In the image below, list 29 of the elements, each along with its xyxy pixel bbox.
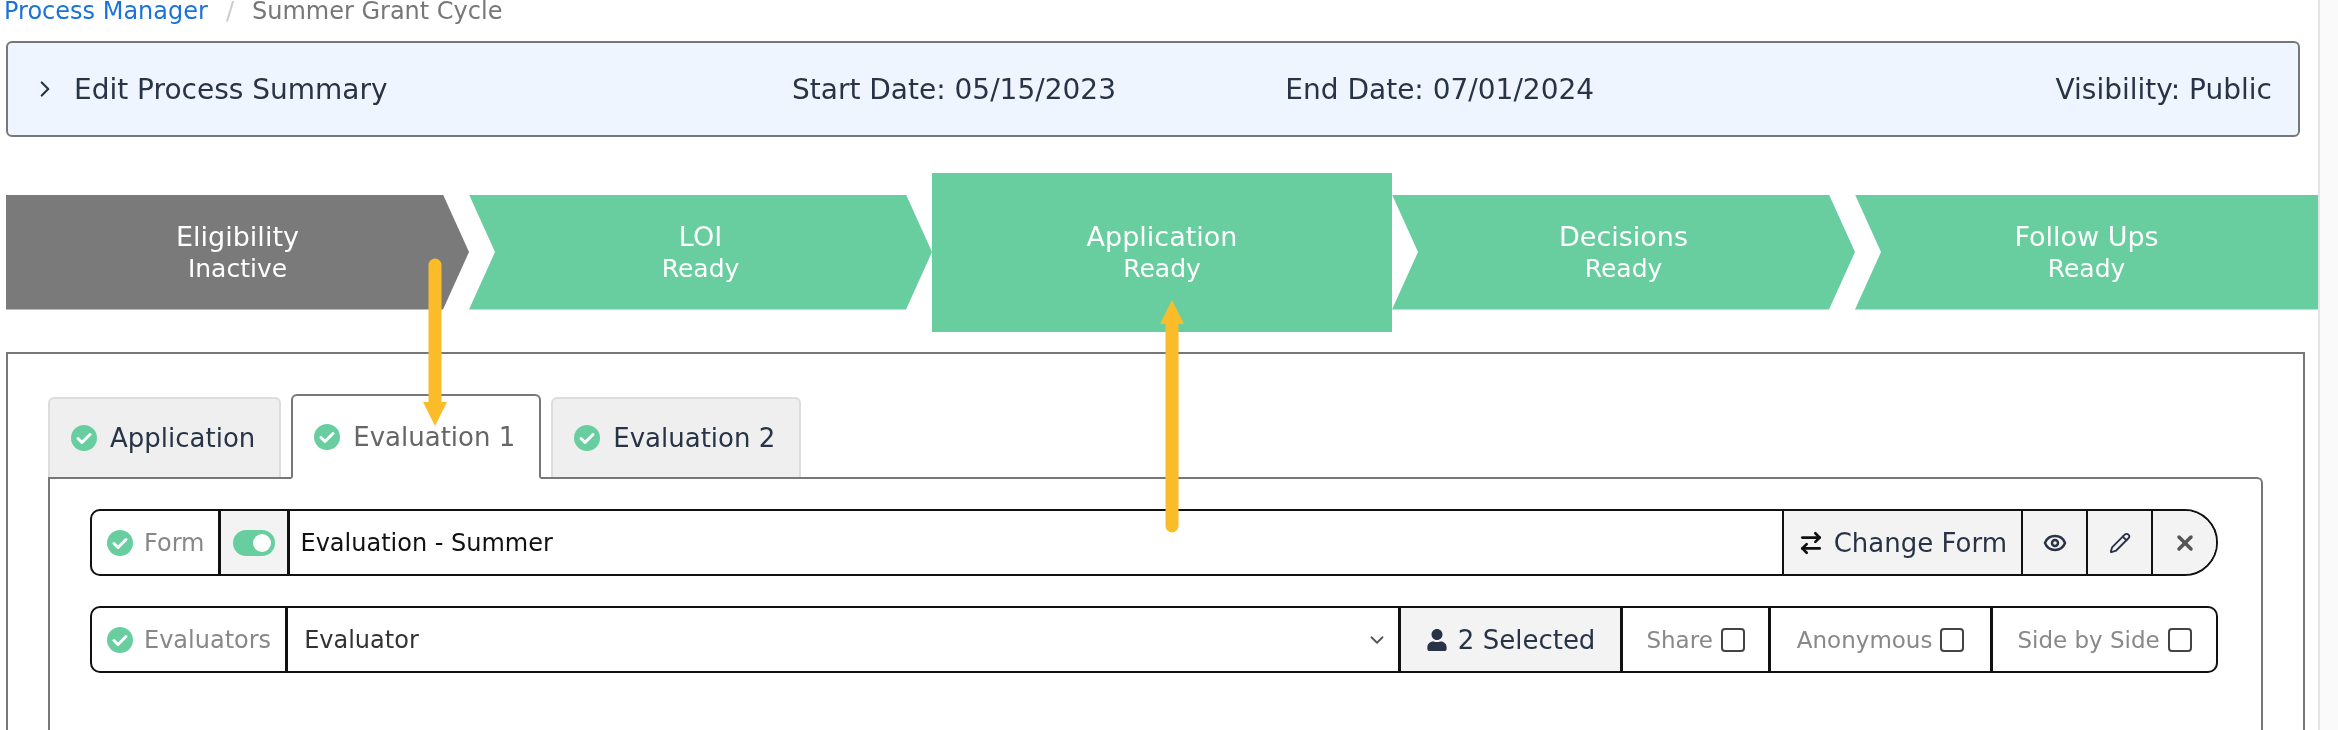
tab[interactable]: Application [48,397,282,477]
tab[interactable]: Evaluation 2 [551,397,802,477]
stage-step[interactable]: Eligibility Inactive [6,194,469,310]
breadcrumb-current: Summer Grant Cycle [251,0,503,25]
change-form-button[interactable]: Change Form [1781,511,2021,574]
summary-field: End Date: 07/01/2024 [1285,72,1779,106]
preview-button[interactable] [2021,511,2086,574]
summary-field: Visibility: Public [1778,72,2272,106]
summary-title: Edit Process Summary [74,72,388,106]
checkbox[interactable] [1940,627,1965,652]
option-label: Side by Side [2017,626,2160,653]
checkbox[interactable] [2167,627,2192,652]
pencil-icon [2108,531,2131,554]
evaluators-label: Evaluators [92,608,289,671]
checkbox[interactable] [1720,627,1745,652]
person-icon [1425,628,1448,651]
form-row[interactable]: Form Evaluation - Summer Change Form [90,509,2218,576]
breadcrumb-link[interactable]: Process Manager [4,0,208,25]
tab[interactable]: Evaluation 1 [291,394,542,479]
option-label: Anonymous [1796,626,1933,653]
option-label: Share [1646,626,1713,653]
toggle-switch[interactable] [233,529,276,556]
summary-bar[interactable]: Edit Process Summary Start Date: 05/15/2023 End Date: 07/01/2024 Visibility: Public [6,41,2300,137]
scrollbar[interactable] [2318,0,2338,730]
summary-field: Start Date: 05/15/2023 [792,72,1286,106]
remove-button[interactable] [2151,511,2216,574]
selected-evaluators-button[interactable]: 2 Selected [1401,608,1624,671]
edit-button[interactable] [2086,511,2151,574]
breadcrumb-separator: / [225,0,234,25]
